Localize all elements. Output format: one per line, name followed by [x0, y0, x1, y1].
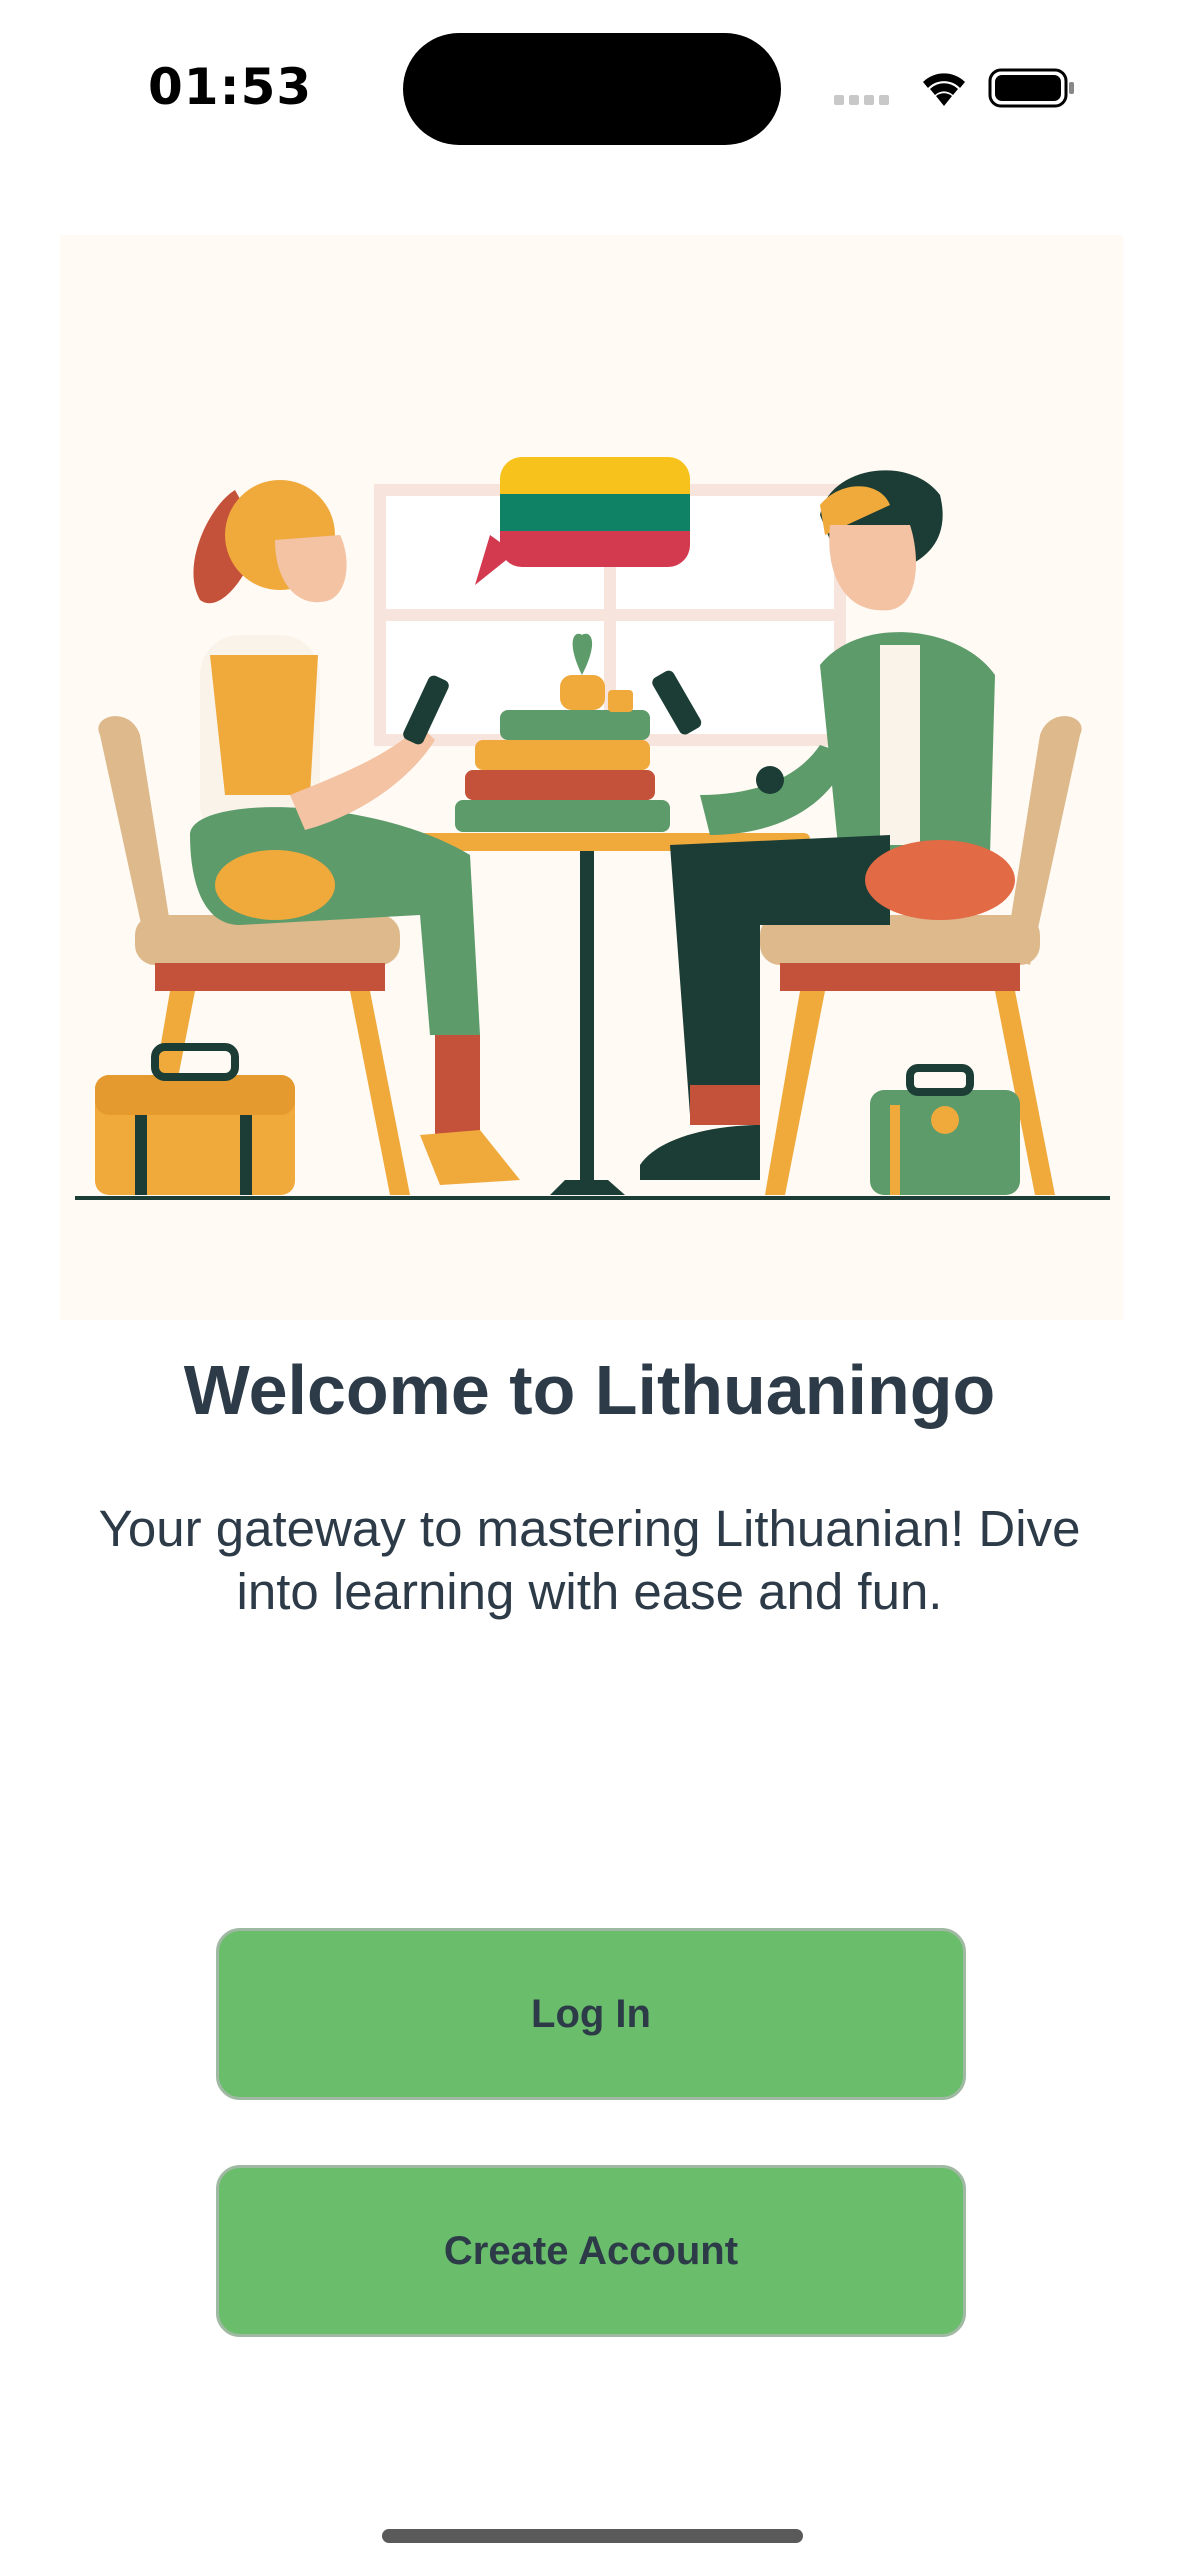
log-in-button[interactable]: Log In — [216, 1928, 966, 2100]
wifi-icon — [923, 73, 965, 106]
welcome-subtitle: Your gateway to mastering Lithuanian! Di… — [98, 1500, 1081, 1620]
home-indicator[interactable] — [382, 2529, 803, 2543]
right-bag — [870, 1064, 1020, 1195]
welcome-title: Welcome to Lithuaningo — [183, 1351, 996, 1429]
create-account-button[interactable]: Create Account — [216, 2165, 966, 2337]
battery-icon — [988, 68, 1074, 108]
status-icons — [834, 62, 1084, 112]
hero-illustration — [60, 235, 1123, 1320]
signal-icon — [834, 95, 889, 105]
dynamic-island — [403, 33, 781, 145]
left-bag — [95, 1043, 295, 1195]
right-cushion — [865, 840, 1015, 920]
status-time: 01:53 — [148, 58, 313, 116]
left-cushion — [215, 850, 335, 920]
